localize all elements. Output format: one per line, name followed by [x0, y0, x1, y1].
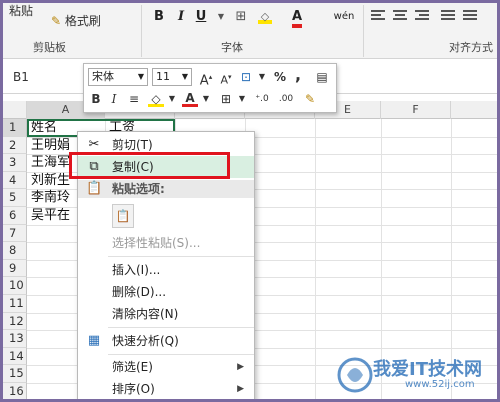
menu-item-delete[interactable]: 删除(D)...	[78, 281, 254, 303]
copy-highlight-box	[69, 152, 230, 179]
excel-window: 粘贴 ✎ 格式刷 剪贴板 B I U ▼ ⊞ ◇ A wén 字体 对齐方式 B…	[3, 3, 497, 399]
fill-bucket-icon: ◇	[258, 11, 272, 24]
increase-font-icon[interactable]: A▴	[198, 69, 214, 88]
row-header[interactable]: 13	[3, 330, 27, 348]
row-header[interactable]: 12	[3, 312, 27, 331]
italic-button[interactable]: I	[171, 7, 191, 27]
row-header[interactable]: 14	[3, 347, 27, 366]
bold-button[interactable]: B	[149, 7, 169, 27]
chevron-down-icon: ▼	[137, 72, 144, 81]
chevron-down-icon[interactable]: ▼	[254, 69, 270, 85]
align-center-icon[interactable]	[393, 10, 407, 22]
chevron-down-icon[interactable]: ▼	[234, 91, 250, 107]
clipboard-icon: 📋	[86, 181, 103, 196]
chevron-down-icon: ▼	[181, 72, 188, 81]
fill-bucket-icon[interactable]: ◇	[148, 91, 164, 107]
menu-item-sort[interactable]: 排序(O) ▶	[78, 378, 254, 399]
row-header[interactable]: 7	[3, 224, 27, 243]
comma-button[interactable]: ,	[290, 67, 306, 83]
chevron-down-icon[interactable]: ▼	[164, 91, 180, 107]
row-header[interactable]: 1	[3, 119, 27, 137]
row-header[interactable]: 10	[3, 277, 27, 295]
chevron-down-icon[interactable]: ▼	[198, 91, 214, 107]
paste-option-icon[interactable]: 📋	[112, 204, 134, 228]
menu-item-quick-analysis[interactable]: ▦ 快速分析(Q)	[78, 330, 254, 352]
border-icon[interactable]: ⊞	[231, 7, 251, 27]
row-header[interactable]: 5	[3, 189, 27, 207]
decrease-indent-icon[interactable]	[441, 10, 455, 22]
fill-color-button[interactable]: ◇	[255, 7, 275, 27]
dropdown-arrow-icon[interactable]: ▼	[211, 7, 231, 27]
menu-separator	[108, 327, 254, 328]
row-header[interactable]: 16	[3, 383, 27, 399]
row-header[interactable]: 4	[3, 171, 27, 190]
font-name-dropdown[interactable]: 宋体 ▼	[88, 68, 148, 86]
name-box[interactable]: B1	[7, 66, 77, 88]
select-all-corner[interactable]	[3, 101, 27, 119]
font-color-icon: A	[291, 10, 303, 28]
group-divider	[141, 5, 142, 57]
table-format-icon[interactable]: ▤	[314, 69, 330, 85]
cell-a4[interactable]: 刘新生	[31, 172, 70, 189]
cell-a5[interactable]: 李南玲	[31, 189, 70, 206]
row-header[interactable]: 6	[3, 207, 27, 225]
increase-indent-icon[interactable]	[463, 10, 477, 22]
menu-item-clear-contents[interactable]: 清除内容(N)	[78, 303, 254, 325]
format-painter-button[interactable]: ✎ 格式刷	[51, 11, 101, 31]
increase-decimal-icon[interactable]: ⁺.0	[252, 91, 272, 107]
menu-item-insert[interactable]: 插入(I)...	[78, 259, 254, 281]
watermark-logo: 我爱IT技术网 www.52ij.com	[335, 355, 495, 395]
quick-analysis-icon: ▦	[87, 333, 101, 348]
menu-separator	[108, 256, 254, 257]
row-header[interactable]: 11	[3, 295, 27, 313]
alignment-group-label: 对齐方式	[449, 41, 493, 54]
scissors-icon: ✂	[88, 137, 100, 152]
cell-a6[interactable]: 吴平在	[31, 207, 70, 224]
underline-button[interactable]: U	[191, 7, 211, 27]
paste-button[interactable]: 粘贴	[9, 3, 33, 21]
phonetic-button[interactable]: wén	[331, 7, 357, 27]
percent-button[interactable]: %	[272, 69, 288, 85]
mini-toolbar: 宋体 ▼ 11 ▼ A▴ A▾ ⊡ ▼ % , ▤ B I ≡ ◇ ▼ A ▼ …	[83, 63, 337, 113]
border-icon[interactable]: ⊞	[218, 91, 234, 107]
paste-options-header: 📋 粘贴选项:	[78, 180, 254, 198]
font-color-icon[interactable]: A	[182, 90, 198, 107]
column-header-g[interactable]	[451, 101, 497, 119]
group-divider	[363, 5, 364, 57]
gridline	[315, 119, 316, 399]
decrease-font-icon[interactable]: A▾	[218, 69, 234, 87]
row-header[interactable]: 8	[3, 242, 27, 260]
brush-icon[interactable]: ✎	[302, 91, 318, 107]
italic-button[interactable]: I	[106, 91, 122, 107]
number-format-icon[interactable]: ⊡	[238, 69, 254, 85]
decrease-decimal-icon[interactable]: .00	[276, 91, 296, 107]
font-color-button[interactable]: A	[287, 7, 307, 28]
menu-item-filter[interactable]: 筛选(E) ▶	[78, 356, 254, 378]
font-size-dropdown[interactable]: 11 ▼	[152, 68, 192, 86]
align-right-icon[interactable]	[415, 10, 429, 22]
column-header-f[interactable]: F	[381, 101, 451, 119]
menu-item-paste-special[interactable]: 选择性粘贴(S)...	[78, 232, 254, 254]
row-header[interactable]: 9	[3, 259, 27, 278]
cell-a3[interactable]: 王海军	[31, 154, 70, 171]
row-header[interactable]: 2	[3, 136, 27, 155]
clipboard-group-label: 剪贴板	[33, 41, 66, 54]
font-group-label: 字体	[221, 41, 243, 54]
brush-icon: ✎	[51, 14, 62, 28]
menu-separator	[108, 354, 254, 355]
row-header[interactable]: 15	[3, 365, 27, 383]
bold-button[interactable]: B	[88, 91, 104, 107]
cell-a2[interactable]: 王明娟	[31, 137, 70, 154]
align-left-icon[interactable]	[371, 10, 385, 22]
align-center-icon[interactable]: ≡	[126, 91, 142, 107]
row-header[interactable]: 3	[3, 154, 27, 172]
chevron-right-icon: ▶	[237, 362, 244, 372]
ribbon: 粘贴 ✎ 格式刷 剪贴板 B I U ▼ ⊞ ◇ A wén 字体 对齐方式	[3, 3, 497, 59]
watermark-url: www.52ij.com	[405, 379, 475, 390]
chevron-right-icon: ▶	[237, 384, 244, 394]
watermark-title: 我爱IT技术网	[373, 359, 482, 380]
